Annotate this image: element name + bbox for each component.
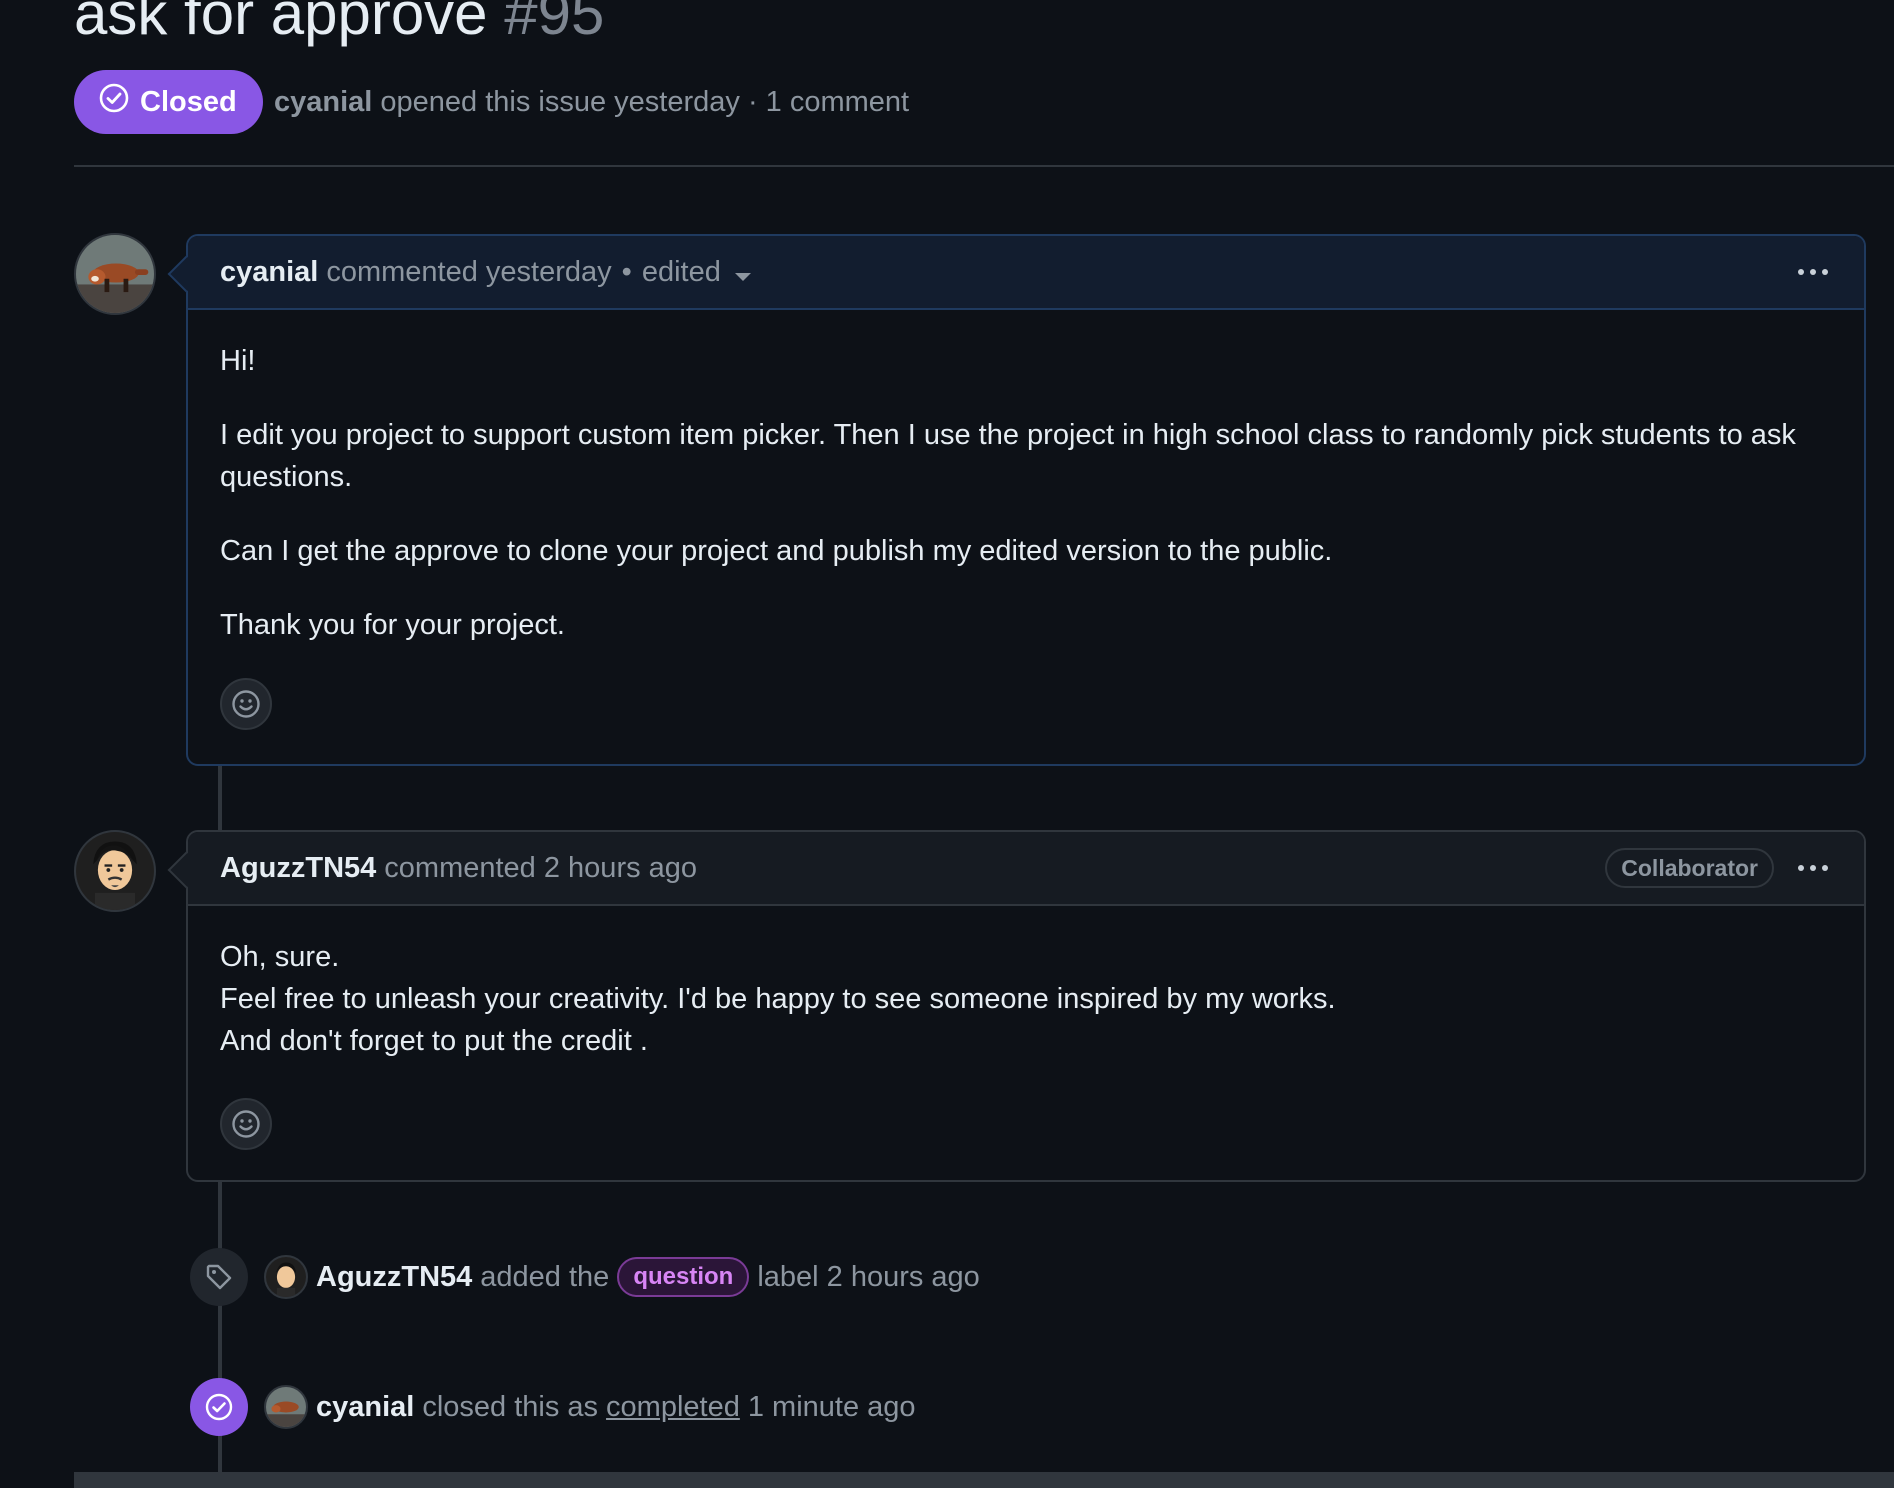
issue-author-link[interactable]: cyanial [274,86,372,118]
event-text: label 2 hours ago [757,1260,980,1293]
comment-line: Oh, sure. [220,941,340,973]
issue-meta-text: opened this issue yesterday · 1 comment [380,86,910,118]
comment-timestamp[interactable]: commented 2 hours ago [384,852,697,885]
event-text: added the [480,1260,610,1293]
comment-header: AguzzTN54 commented 2 hours ago Collabor… [188,832,1864,906]
comment-timestamp[interactable]: commented yesterday [326,256,611,289]
event-text: 1 minute ago [747,1390,916,1423]
comment-paragraph: Can I get the approve to clone your proj… [220,535,1333,567]
comment-paragraph: Thank you for your project. [220,609,565,641]
completed-link[interactable]: completed [606,1391,740,1424]
event-user-link[interactable]: AguzzTN54 [316,1261,472,1294]
check-circle-icon [98,82,130,122]
edited-dropdown[interactable]: edited [642,256,751,289]
issue-title-text: ask for approve [74,0,488,47]
comment-paragraph: I edit you project to support custom ite… [220,419,1796,493]
comment-options-button[interactable] [1792,263,1834,281]
separator-dot: • [621,255,632,288]
label-question[interactable]: question [617,1257,750,1297]
timeline-event-labeled: AguzzTN54 added the question label 2 hou… [190,1248,980,1306]
comment-header: cyanial commented yesterday • edited [188,236,1864,310]
header-divider [74,165,1894,167]
comment-paragraph: Hi! [220,345,256,377]
comment: AguzzTN54 commented 2 hours ago Collabor… [167,830,1866,1182]
edited-label: edited [641,255,721,288]
avatar[interactable] [74,233,156,315]
smiley-icon [232,1110,260,1138]
issue-title: ask for approve #95 [74,0,604,50]
event-text: closed this as [422,1390,599,1423]
issue-page: ask for approve #95 Closed cyanial opene… [0,0,1894,1488]
chevron-down-icon [734,272,751,281]
avatar[interactable] [74,830,156,912]
comment-line: And don't forget to put the credit . [220,1025,648,1057]
comment: cyanial commented yesterday • edited Hi!… [167,234,1866,766]
issue-number: #95 [504,0,605,47]
timeline-line [218,764,222,832]
tag-icon [190,1248,248,1306]
issue-meta: cyanial opened this issue yesterday · 1 … [274,80,909,124]
timeline-event-closed: cyanial closed this as completed 1 minut… [190,1378,916,1436]
add-reaction-button[interactable] [220,678,272,730]
kebab-icon [1798,269,1804,275]
smiley-icon [232,690,260,718]
comment-author[interactable]: AguzzTN54 [220,852,376,885]
comment-author[interactable]: cyanial [220,256,318,289]
event-user-link[interactable]: cyanial [316,1391,414,1424]
check-circle-icon [190,1378,248,1436]
comment-options-button[interactable] [1792,859,1834,877]
collaborator-badge: Collaborator [1605,848,1774,888]
avatar[interactable] [264,1255,308,1299]
comment-line: Feel free to unleash your creativity. I'… [220,983,1336,1015]
comment-body: Oh, sure. Feel free to unleash your crea… [188,906,1864,1174]
comment-body: Hi! I edit you project to support custom… [188,310,1864,754]
comment-text-block: Oh, sure. Feel free to unleash your crea… [220,936,1832,1062]
state-badge: Closed [74,70,263,134]
avatar[interactable] [264,1385,308,1429]
state-label: Closed [140,85,237,118]
bottom-divider [74,1472,1894,1488]
add-reaction-button[interactable] [220,1098,272,1150]
kebab-icon [1798,865,1804,871]
